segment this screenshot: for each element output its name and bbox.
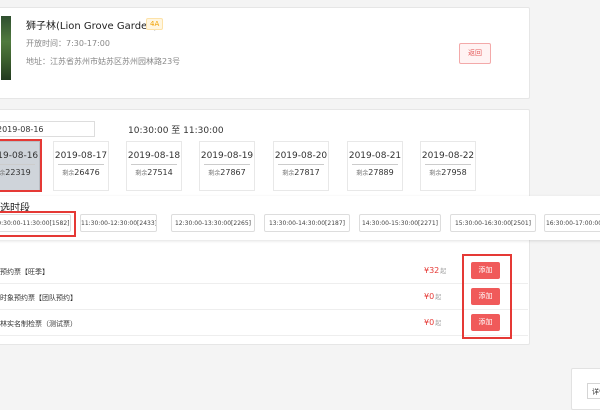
back-button[interactable]: 返回 (459, 43, 491, 64)
date-option[interactable]: 2019-08-22 剩余27958 (420, 141, 476, 191)
date-option-date: 2019-08-21 (348, 151, 402, 161)
time-slot[interactable]: 13:30:00-14:30:00[2187] (264, 214, 350, 232)
date-option-divider (131, 164, 177, 165)
date-option-divider (425, 164, 471, 165)
remaining-key: 剩余 (135, 170, 148, 177)
floating-panel: 详情 (571, 368, 600, 410)
ticket-price: ¥0起 (424, 292, 441, 301)
date-option[interactable]: 2019-08-21 剩余27889 (347, 141, 403, 191)
date-option-remaining: 剩余27889 (348, 168, 402, 177)
date-option-date: 2019-08-18 (127, 151, 181, 161)
date-option[interactable]: 2019-08-20 剩余27817 (273, 141, 329, 191)
remaining-value: 27867 (220, 168, 246, 177)
ticket-price: ¥0起 (424, 318, 441, 327)
remaining-key: 剩余 (282, 170, 295, 177)
remaining-key: 剩余 (429, 170, 442, 177)
ticket-name: 预约票【旺季】 (0, 268, 49, 276)
date-option-remaining: 剩余27817 (274, 168, 328, 177)
date-option-date: 2019-08-19 (200, 151, 254, 161)
time-slot[interactable]: 15:30:00-16:30:00[2501] (450, 214, 536, 232)
date-option-remaining: 剩余27958 (421, 168, 475, 177)
date-option-date: 2019-08-17 (54, 151, 108, 161)
level-badge: 4A (146, 18, 164, 30)
date-option-remaining: 剩余27867 (200, 168, 254, 177)
selected-slot-highlight (0, 211, 76, 237)
date-option-date: 2019-08-20 (274, 151, 328, 161)
selected-time-range: 10:30:00 至 11:30:00 (128, 126, 224, 136)
ticket-price-unit: 起 (440, 268, 447, 275)
remaining-key: 剩余 (62, 170, 75, 177)
opening-hours: 开放时间：7:30-17:00 (26, 39, 110, 48)
date-option-divider (58, 164, 104, 165)
attraction-info-card: 狮子林(Lion Grove Garden) 4A 开放时间：7:30-17:0… (0, 7, 530, 99)
ticket-price-value: ¥32 (424, 266, 440, 275)
remaining-value: 26476 (74, 168, 100, 177)
ticket-price-unit: 起 (435, 320, 442, 327)
ticket-row: 林实名制检票（测试票） ¥0起 (0, 311, 528, 336)
ticket-price-unit: 起 (435, 294, 442, 301)
remaining-key: 剩余 (208, 170, 221, 177)
time-slot[interactable]: 14:30:00-15:30:00[2271] (359, 214, 441, 232)
ticket-price-value: ¥0 (424, 292, 435, 301)
time-slot[interactable]: 12:30:00-13:30:00[2265] (171, 214, 255, 232)
floating-button[interactable]: 详情 (587, 383, 600, 399)
date-option[interactable]: 2019-08-18 剩余27514 (126, 141, 182, 191)
date-option-remaining: 剩余27514 (127, 168, 181, 177)
date-option-divider (352, 164, 398, 165)
time-slot-panel: 选时段 10:30:00-11:30:00[1582] 11:30:00-12:… (0, 196, 600, 240)
ticket-name: 林实名制检票（测试票） (0, 320, 77, 328)
attraction-title: 狮子林(Lion Grove Garden) (26, 21, 158, 32)
date-option[interactable]: 2019-08-17 剩余26476 (53, 141, 109, 191)
date-option-divider (278, 164, 324, 165)
date-option-divider (204, 164, 250, 165)
ticket-name: 时象预约票【团队预约】 (0, 294, 77, 302)
remaining-value: 27958 (441, 168, 467, 177)
ticket-price: ¥32起 (424, 266, 446, 275)
selected-date-highlight (0, 139, 42, 192)
date-input[interactable]: 2019-08-16 (0, 121, 95, 137)
attraction-thumbnail (1, 16, 11, 80)
date-option-date: 2019-08-22 (421, 151, 475, 161)
time-slot[interactable]: 16:30:00-17:00:00 (544, 214, 600, 232)
remaining-value: 27889 (368, 168, 394, 177)
ticket-price-value: ¥0 (424, 318, 435, 327)
remaining-key: 剩余 (356, 170, 369, 177)
add-buttons-highlight (462, 254, 512, 339)
ticket-row: 预约票【旺季】 ¥32起 (0, 259, 528, 284)
attraction-address: 地址：江苏省苏州市姑苏区苏州园林路23号 (26, 57, 181, 66)
ticket-row: 时象预约票【团队预约】 ¥0起 (0, 285, 528, 310)
date-option-remaining: 剩余26476 (54, 168, 108, 177)
date-option[interactable]: 2019-08-19 剩余27867 (199, 141, 255, 191)
remaining-value: 27817 (294, 168, 320, 177)
time-slot[interactable]: 11:30:00-12:30:00[2433] (80, 214, 157, 232)
remaining-value: 27514 (147, 168, 173, 177)
